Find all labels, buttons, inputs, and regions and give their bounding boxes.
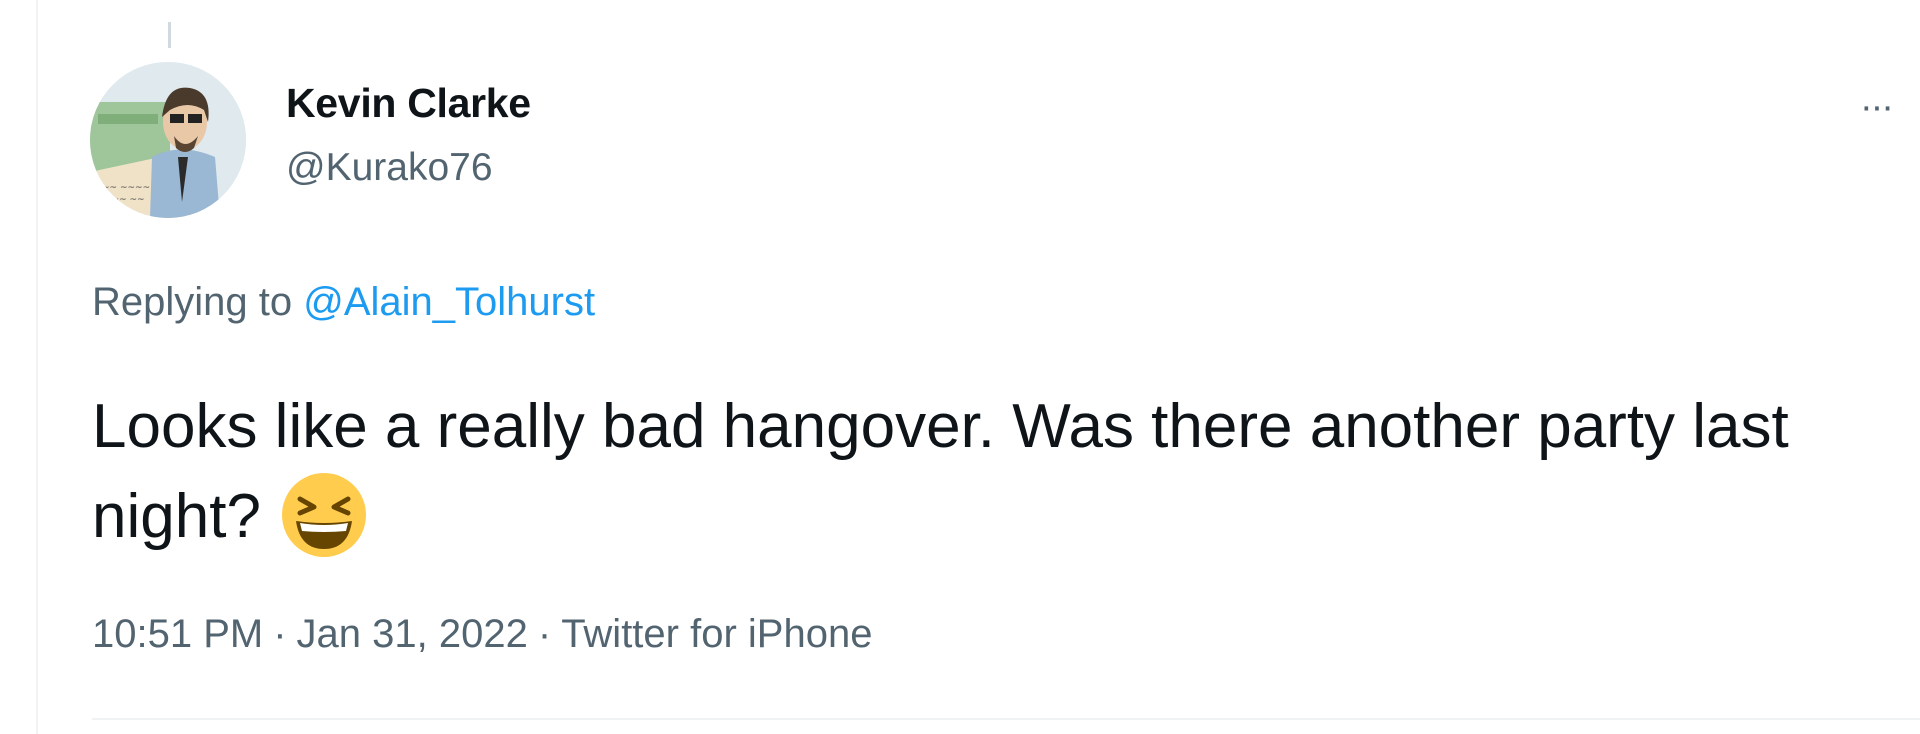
svg-text:~~ ~~~~: ~~ ~~~~ <box>102 183 150 193</box>
tweet-date[interactable]: Jan 31, 2022 <box>297 612 528 656</box>
tweet-metadata: 10:51 PM · Jan 31, 2022 · Twitter for iPhone <box>92 612 872 657</box>
replying-to-line: Replying to @Alain_Tolhurst <box>92 280 595 325</box>
grinning-squinting-face-emoji-icon <box>278 469 370 561</box>
more-options-button[interactable]: ··· <box>1860 92 1920 122</box>
author-display-name[interactable]: Kevin Clarke <box>286 80 531 127</box>
comic-illustration-avatar-icon: ~~ ~~~~ ~~~ ~~ <box>90 62 246 218</box>
avatar[interactable]: ~~ ~~~~ ~~~ ~~ <box>90 62 246 218</box>
tweet-container: ~~ ~~~~ ~~~ ~~ Kevin Clarke @Kurako76 ··… <box>0 0 1920 734</box>
tweet-body: Looks like a really bad hangover. Was th… <box>92 382 1852 562</box>
ellipsis-icon: ··· <box>1860 92 1894 122</box>
timeline-border <box>36 0 38 734</box>
divider <box>92 718 1920 720</box>
svg-text:~~~ ~~: ~~~ ~~ <box>104 195 145 205</box>
separator-dot: · <box>537 612 552 656</box>
replying-to-label: Replying to <box>92 280 293 324</box>
author-handle[interactable]: @Kurako76 <box>286 146 493 190</box>
thread-connector-line <box>168 22 171 48</box>
tweet-time[interactable]: 10:51 PM <box>92 612 263 656</box>
tweet-source: Twitter for iPhone <box>561 612 873 656</box>
separator-dot: · <box>273 612 287 656</box>
reply-mention-link[interactable]: @Alain_Tolhurst <box>303 280 595 324</box>
